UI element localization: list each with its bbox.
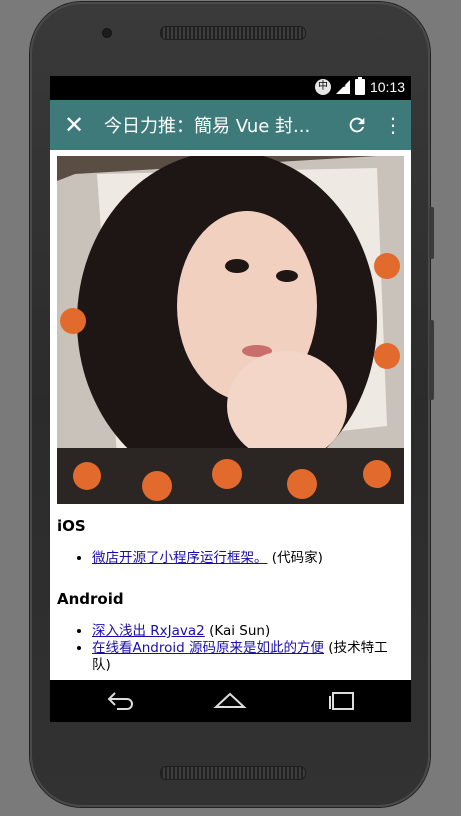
navigation-bar xyxy=(50,680,411,722)
ios-article-list: 微店开源了小程序运行框架。 (代码家) xyxy=(72,550,392,567)
top-speaker xyxy=(160,26,306,40)
front-camera xyxy=(102,28,112,38)
toolbar: ✕ 今日力推：簡易 Vue 封... ⋮ xyxy=(50,100,411,150)
page-title: 今日力推：簡易 Vue 封... xyxy=(104,116,311,137)
power-button xyxy=(429,207,434,259)
bottom-speaker xyxy=(160,766,306,780)
screen: 中 4G 10:13 ✕ 今日力推：簡易 Vue 封... ⋮ iOS • 微店… xyxy=(50,76,411,722)
article-link[interactable]: 深入浅出 RxJava2 xyxy=(92,623,205,639)
article-link[interactable]: 在线看Android 源码原来是如此的方便 xyxy=(92,640,324,656)
input-method-icon: 中 xyxy=(314,79,331,95)
list-item: 深入浅出 RxJava2 (Kai Sun) xyxy=(92,623,392,640)
volume-button xyxy=(429,320,434,400)
close-icon[interactable]: ✕ xyxy=(50,100,98,150)
phone-frame: 中 4G 10:13 ✕ 今日力推：簡易 Vue 封... ⋮ iOS • 微店… xyxy=(30,2,434,807)
article-content: iOS 微店开源了小程序运行框架。 (代码家) Android 深入浅出 RxJ… xyxy=(50,150,411,680)
article-link[interactable]: 微店开源了小程序运行框架。 xyxy=(92,550,268,566)
network-type: 4G xyxy=(335,81,346,89)
status-time: 10:13 xyxy=(369,79,405,95)
signal-icon: 4G xyxy=(335,80,350,94)
back-icon[interactable] xyxy=(90,680,150,722)
refresh-icon[interactable] xyxy=(339,100,375,150)
article-source: (代码家) xyxy=(271,550,323,566)
battery-icon xyxy=(354,77,365,95)
list-item: 在线看Android 源码原来是如此的方便 (技术特工队) xyxy=(92,640,392,674)
list-item: 微店开源了小程序运行框架。 (代码家) xyxy=(92,550,392,567)
more-vert-icon[interactable]: ⋮ xyxy=(375,100,411,150)
article-source: (Kai Sun) xyxy=(209,623,271,639)
android-article-list: 深入浅出 RxJava2 (Kai Sun) 在线看Android 源码原来是如… xyxy=(72,623,392,674)
home-icon[interactable] xyxy=(200,680,260,722)
status-bar: 中 4G 10:13 xyxy=(50,76,411,100)
recents-icon[interactable] xyxy=(312,680,372,722)
section-heading-android: Android xyxy=(57,590,124,608)
section-heading-ios: iOS xyxy=(57,517,86,535)
hero-image xyxy=(57,156,404,504)
